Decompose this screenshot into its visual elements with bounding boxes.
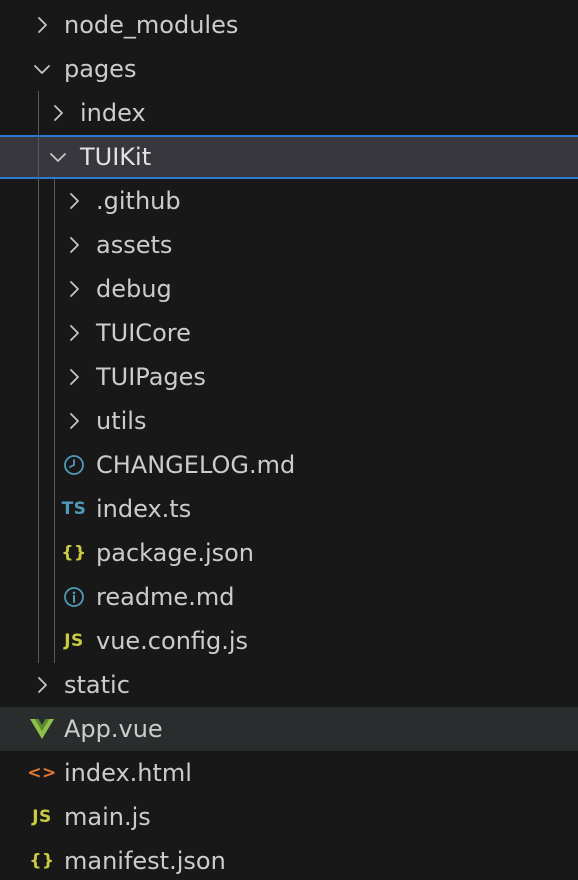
item-label: manifest.json xyxy=(64,847,226,875)
folder-item-index[interactable]: index xyxy=(0,91,578,135)
item-label: debug xyxy=(96,275,172,303)
item-label: CHANGELOG.md xyxy=(96,451,296,479)
info-icon xyxy=(60,583,88,611)
file-item-index-ts[interactable]: TS index.ts xyxy=(0,487,578,531)
folder-item-assets[interactable]: assets xyxy=(0,223,578,267)
file-item-manifest-json[interactable]: {} manifest.json xyxy=(0,839,578,880)
html-icon: <> xyxy=(27,762,57,783)
chevron-down-icon xyxy=(28,55,56,83)
item-label: App.vue xyxy=(64,715,163,743)
chevron-right-icon xyxy=(60,231,88,259)
item-label: index.ts xyxy=(96,495,192,523)
folder-item-node-modules[interactable]: node_modules xyxy=(0,3,578,47)
chevron-right-icon xyxy=(60,407,88,435)
file-item-main-js[interactable]: JS main.js xyxy=(0,795,578,839)
item-label: .github xyxy=(96,187,181,215)
folder-item-tuipages[interactable]: TUIPages xyxy=(0,355,578,399)
vue-icon xyxy=(28,715,56,743)
clock-icon xyxy=(60,451,88,479)
item-label: index xyxy=(80,99,146,127)
item-label: main.js xyxy=(64,803,151,831)
folder-item-pages[interactable]: pages xyxy=(0,47,578,91)
indent-guide-pages xyxy=(38,91,39,663)
item-label: readme.md xyxy=(96,583,235,611)
item-label: TUIPages xyxy=(96,363,206,391)
indent-guide-tuikit xyxy=(54,179,55,663)
folder-item-github[interactable]: .github xyxy=(0,179,578,223)
file-item-readme-md[interactable]: readme.md xyxy=(0,575,578,619)
chevron-right-icon xyxy=(60,275,88,303)
file-item-index-html[interactable]: <> index.html xyxy=(0,751,578,795)
json-braces-icon: {} xyxy=(61,542,87,563)
javascript-icon: JS xyxy=(32,806,52,827)
item-label: vue.config.js xyxy=(96,627,249,655)
item-label: TUIKit xyxy=(80,143,152,171)
item-label: assets xyxy=(96,231,173,259)
file-item-vue-config-js[interactable]: JS vue.config.js xyxy=(0,619,578,663)
chevron-right-icon xyxy=(60,363,88,391)
item-label: static xyxy=(64,671,130,699)
file-explorer-tree: node_modulespages index TUIKit .github asset… xyxy=(0,0,578,880)
folder-item-static[interactable]: static xyxy=(0,663,578,707)
file-item-package-json[interactable]: {} package.json xyxy=(0,531,578,575)
json-braces-icon: {} xyxy=(29,850,55,871)
chevron-down-icon xyxy=(44,143,72,171)
chevron-right-icon xyxy=(44,99,72,127)
item-label: pages xyxy=(64,55,137,83)
item-label: utils xyxy=(96,407,147,435)
folder-item-debug[interactable]: debug xyxy=(0,267,578,311)
chevron-right-icon xyxy=(28,671,56,699)
typescript-icon: TS xyxy=(61,498,87,519)
chevron-right-icon xyxy=(28,11,56,39)
folder-item-tuikit[interactable]: TUIKit xyxy=(0,135,578,179)
folder-item-tuicore[interactable]: TUICore xyxy=(0,311,578,355)
file-item-app-vue[interactable]: App.vue xyxy=(0,707,578,751)
item-label: package.json xyxy=(96,539,255,567)
chevron-right-icon xyxy=(60,187,88,215)
javascript-icon: JS xyxy=(64,630,84,651)
item-label: TUICore xyxy=(96,319,191,347)
file-item-changelog-md[interactable]: CHANGELOG.md xyxy=(0,443,578,487)
chevron-right-icon xyxy=(60,319,88,347)
folder-item-utils[interactable]: utils xyxy=(0,399,578,443)
item-label: node_modules xyxy=(64,11,239,39)
item-label: index.html xyxy=(64,759,192,787)
